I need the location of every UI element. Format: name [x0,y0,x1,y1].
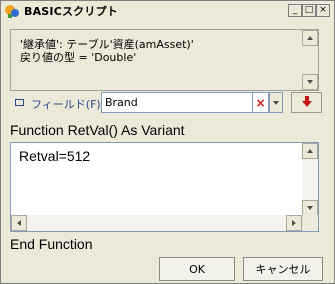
basic-script-dialog: BASICスクリプト _ □ × '継承値': テーブル'資産(amAsset)… [0,0,335,284]
scroll-up-icon [307,36,313,40]
field-dropdown-button[interactable] [269,92,283,113]
function-header: Function RetVal() As Variant [10,122,185,138]
minimize-button[interactable]: _ [288,4,302,17]
editor-scroll-down-button[interactable] [302,200,318,216]
code-editor[interactable]: Retval=512 [10,142,319,232]
script-app-icon [4,3,20,19]
clear-icon: × [255,95,266,110]
info-box: '継承値': テーブル'資産(amAsset)' 戻り値の型 = 'Double… [10,29,319,91]
close-button[interactable]: × [316,4,330,17]
code-text[interactable]: Retval=512 [19,148,90,164]
scroll-left-icon [17,220,21,226]
restore-icon: □ [304,5,314,15]
scroll-down-button[interactable] [302,74,318,90]
restore-button[interactable]: □ [302,4,316,17]
field-input[interactable]: Brand [101,92,253,113]
table-field-icon [15,99,24,106]
insert-field-button[interactable] [291,92,322,113]
scroll-up-button[interactable] [302,30,318,46]
editor-horizontal-scrollbar[interactable] [11,215,302,231]
ok-button[interactable]: OK [159,257,235,281]
editor-vertical-scrollbar[interactable] [302,143,318,216]
insert-down-arrow-icon [301,95,312,110]
window-title: BASICスクリプト [24,5,118,18]
return-type-text: 戻り値の型 = 'Double' [20,51,137,64]
title-bar: BASICスクリプト _ □ × [1,1,334,21]
cancel-button[interactable]: キャンセル [243,257,323,281]
close-icon: × [319,5,327,15]
info-scrollbar[interactable] [302,30,318,90]
scroll-right-icon [292,220,296,226]
editor-scroll-up-button[interactable] [302,143,318,159]
function-footer: End Function [10,236,93,252]
window-controls: _ □ × [288,4,330,17]
field-label: フィールド(F): [31,98,105,111]
editor-scroll-left-button[interactable] [11,215,27,231]
editor-scroll-right-button[interactable] [286,215,302,231]
clear-field-button[interactable]: × [253,92,269,113]
scrollbar-corner [302,215,318,231]
scroll-up-icon [307,149,313,153]
scroll-down-icon [307,80,313,84]
minimize-icon: _ [292,5,298,15]
chevron-down-icon [273,100,279,105]
scroll-down-icon [307,206,313,210]
